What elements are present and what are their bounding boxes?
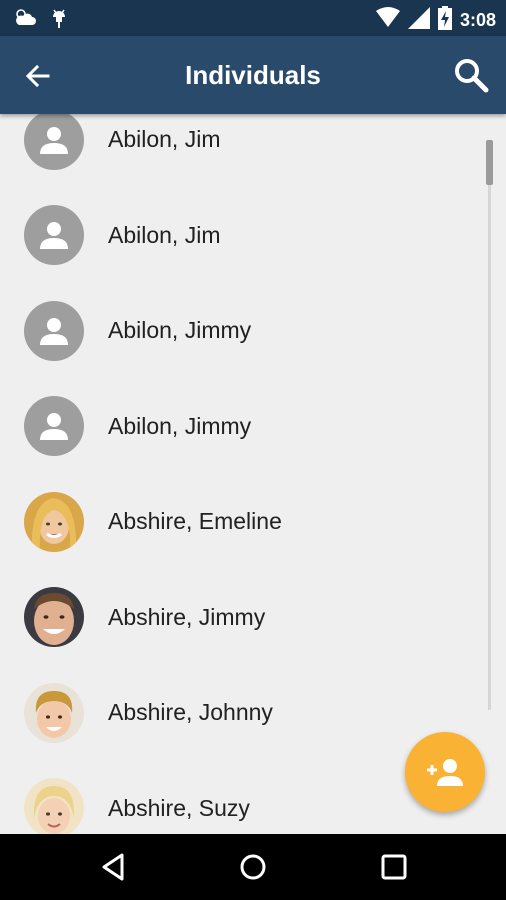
search-icon (455, 59, 489, 93)
list-item[interactable]: Abilon, Jimmy (0, 379, 506, 475)
individual-name: Abilon, Jimmy (108, 317, 252, 344)
avatar (24, 587, 84, 648)
nav-recents-button[interactable] (378, 851, 410, 883)
profile-photo (24, 491, 84, 552)
profile-photo (24, 778, 84, 834)
individual-name: Abilon, Jim (108, 221, 221, 248)
page-title: Individuals (185, 60, 321, 90)
avatar (24, 300, 84, 361)
status-right: 3:08 (375, 6, 496, 35)
add-person-icon (427, 759, 463, 786)
person-placeholder-icon (40, 126, 68, 154)
battery-charging-icon (437, 6, 452, 35)
avatar (24, 778, 84, 834)
profile-photo (24, 682, 84, 743)
cell-signal-icon (407, 7, 430, 34)
android-debug-icon (50, 7, 68, 34)
list-item[interactable]: Abilon, Jimmy (0, 283, 506, 379)
individuals-list[interactable]: Abilon, Jim Abilon, Jim Abilon, Jimmy Ab… (0, 114, 506, 834)
status-bar: 3:08 (0, 0, 506, 36)
system-nav-bar (0, 834, 506, 900)
scrollbar-track (488, 140, 491, 710)
individual-name: Abilon, Jimmy (108, 412, 252, 439)
nav-back-icon (102, 853, 124, 881)
person-placeholder-icon (40, 222, 68, 250)
list-item[interactable]: Abilon, Jim (0, 188, 506, 284)
individual-name: Abshire, Jimmy (108, 603, 266, 630)
scrollbar-thumb[interactable] (486, 140, 493, 185)
person-placeholder-icon (40, 317, 68, 345)
nav-back-button[interactable] (98, 851, 130, 883)
screen: 3:08 Individuals Abilon, Jim Abilon, Jim… (0, 0, 506, 900)
individual-name: Abshire, Emeline (108, 508, 282, 535)
status-left (14, 7, 68, 34)
individual-name: Abshire, Suzy (108, 794, 250, 821)
search-button[interactable] (452, 56, 490, 94)
avatar (24, 491, 84, 552)
nav-home-button[interactable] (237, 851, 269, 883)
wifi-icon (375, 7, 400, 34)
individual-name: Abshire, Johnny (108, 699, 273, 726)
avatar (24, 396, 84, 457)
nav-home-icon (240, 854, 266, 880)
status-time: 3:08 (459, 10, 496, 30)
individual-name: Abilon, Jim (108, 126, 221, 153)
avatar (24, 205, 84, 266)
list-item[interactable]: Abshire, Emeline (0, 474, 506, 570)
profile-photo (24, 587, 84, 648)
list-item[interactable]: Abshire, Jimmy (0, 570, 506, 666)
person-placeholder-icon (40, 413, 68, 441)
avatar (24, 682, 84, 743)
avatar (24, 114, 84, 170)
list-item[interactable]: Abilon, Jim (0, 114, 506, 188)
nav-recents-icon (381, 854, 407, 880)
weather-cloud-icon (14, 8, 38, 33)
add-individual-button[interactable] (405, 732, 485, 812)
app-bar: Individuals (0, 36, 506, 114)
